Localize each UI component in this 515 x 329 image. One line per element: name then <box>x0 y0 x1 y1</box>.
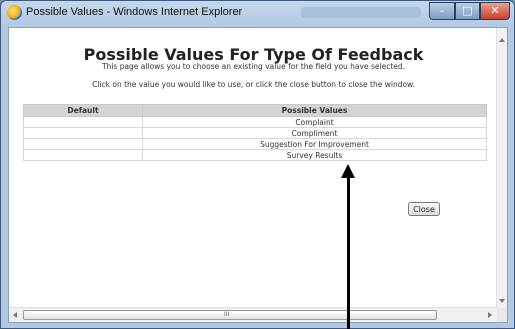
vertical-scrollbar[interactable] <box>496 28 507 309</box>
page-instruction: Click on the value you would like to use… <box>92 80 415 89</box>
table-row[interactable]: Survey Results <box>23 149 487 161</box>
possible-values-table: Default Possible Values Complaint Compli… <box>23 104 487 161</box>
close-window-button[interactable]: ✕ <box>480 2 510 20</box>
page-subtitle: This page allows you to choose an existi… <box>101 62 406 71</box>
column-header-default: Default <box>23 104 143 117</box>
page-viewport: Possible Values For Type Of Feedback Thi… <box>8 27 508 323</box>
value-cell-suggestion[interactable]: Suggestion For Improvement <box>142 138 487 150</box>
close-button[interactable]: Close <box>408 202 440 216</box>
value-cell-compliment[interactable]: Compliment <box>142 127 487 139</box>
title-bar[interactable]: Possible Values - Windows Internet Explo… <box>1 1 514 25</box>
browser-window: Possible Values - Windows Internet Explo… <box>0 0 515 329</box>
scroll-grip: III <box>224 311 230 318</box>
value-cell-survey-results[interactable]: Survey Results <box>142 149 487 161</box>
minimize-button[interactable]: – <box>429 2 455 20</box>
blurred-background-title <box>301 7 421 18</box>
scroll-down-arrow-icon[interactable] <box>499 299 505 303</box>
column-header-possible-values: Possible Values <box>142 104 487 117</box>
scroll-up-arrow-icon[interactable] <box>499 38 505 42</box>
table-row[interactable]: Suggestion For Improvement <box>23 138 487 150</box>
annotation-arrow-shaft <box>347 176 350 329</box>
default-cell <box>23 116 143 128</box>
default-cell <box>23 149 143 161</box>
window-title: Possible Values - Windows Internet Explo… <box>26 6 243 18</box>
horizontal-scroll-thumb[interactable]: III <box>23 310 437 320</box>
internet-explorer-icon <box>7 5 22 20</box>
scroll-right-arrow-icon[interactable] <box>488 312 492 318</box>
page-content: Possible Values For Type Of Feedback Thi… <box>9 28 498 309</box>
scroll-left-arrow-icon[interactable] <box>13 312 17 318</box>
default-cell <box>23 138 143 150</box>
scrollbar-corner <box>497 308 507 322</box>
default-cell <box>23 127 143 139</box>
maximize-button[interactable]: □ <box>455 2 480 20</box>
table-header-row: Default Possible Values <box>23 104 487 117</box>
table-row[interactable]: Complaint <box>23 116 487 128</box>
table-row[interactable]: Compliment <box>23 127 487 139</box>
horizontal-scrollbar[interactable]: III <box>9 307 498 322</box>
value-cell-complaint[interactable]: Complaint <box>142 116 487 128</box>
